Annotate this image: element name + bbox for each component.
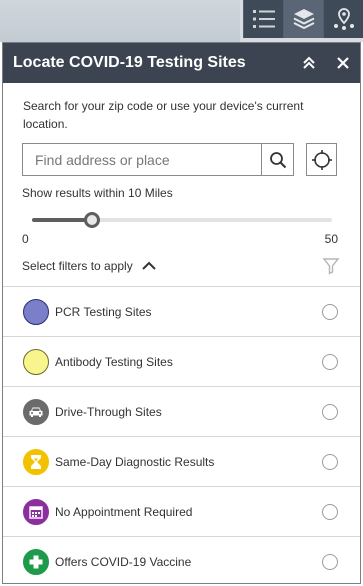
collapse-button[interactable] <box>292 43 326 83</box>
color-swatch-icon <box>23 298 49 325</box>
map-background <box>0 0 363 42</box>
search-icon <box>269 151 286 168</box>
near-me-button[interactable] <box>323 0 363 38</box>
intro-text: Search for your zip code or use your dev… <box>23 99 304 131</box>
filter-funnel-icon[interactable] <box>322 257 340 275</box>
slider-min-label: 0 <box>22 232 29 246</box>
filter-item-label: Drive-Through Sites <box>55 404 162 419</box>
panel-header: Locate COVID-19 Testing Sites <box>3 43 360 83</box>
filter-item[interactable]: Offers COVID-19 Vaccine <box>3 537 360 583</box>
search-button[interactable] <box>261 143 294 176</box>
search-input[interactable] <box>35 151 261 168</box>
calendar-icon <box>23 498 49 525</box>
list-icon <box>252 10 275 28</box>
radius-slider[interactable] <box>32 212 332 228</box>
filter-radio[interactable] <box>322 553 338 570</box>
map-toolbar <box>243 0 363 38</box>
filter-radio[interactable] <box>322 403 338 420</box>
filter-item[interactable]: No Appointment Required <box>3 487 360 537</box>
filter-item-label: Offers COVID-19 Vaccine <box>55 554 192 569</box>
radius-label: Show results within 10 Miles <box>22 186 173 200</box>
search-row <box>22 143 360 176</box>
slider-range-labels: 0 50 <box>22 232 338 246</box>
slider-fill <box>32 218 92 222</box>
close-button[interactable] <box>326 43 360 83</box>
filter-item[interactable]: Antibody Testing Sites <box>3 337 360 387</box>
filter-item[interactable]: Drive-Through Sites <box>3 387 360 437</box>
plus-cross-icon <box>23 548 49 575</box>
filter-item[interactable]: Same-Day Diagnostic Results <box>3 437 360 487</box>
filter-radio[interactable] <box>322 303 338 320</box>
slider-thumb[interactable] <box>84 212 100 228</box>
search-field-wrapper <box>22 143 261 176</box>
filter-list: PCR Testing Sites Antibody Testing Sites D… <box>3 286 360 583</box>
chevron-up-icon <box>141 261 157 271</box>
map-tile <box>0 0 240 42</box>
filter-item-label: Antibody Testing Sites <box>55 354 173 369</box>
filter-item-label: Same-Day Diagnostic Results <box>55 454 215 469</box>
close-icon <box>337 57 349 69</box>
color-swatch-icon <box>23 348 49 375</box>
panel-title: Locate COVID-19 Testing Sites <box>13 54 246 71</box>
hourglass-icon <box>23 448 49 475</box>
use-my-location-button[interactable] <box>306 143 337 176</box>
filter-item-label: PCR Testing Sites <box>55 304 152 319</box>
filter-radio[interactable] <box>322 353 338 370</box>
filter-radio[interactable] <box>322 453 338 470</box>
filter-item-label: No Appointment Required <box>55 504 193 519</box>
filter-radio[interactable] <box>322 503 338 520</box>
locator-panel: Locate COVID-19 Testing Sites Search for… <box>2 42 361 584</box>
layers-icon <box>293 9 314 30</box>
filters-label: Select filters to apply <box>22 259 133 273</box>
crosshair-icon <box>311 149 332 170</box>
slider-max-label: 50 <box>324 232 338 246</box>
filter-item[interactable]: PCR Testing Sites <box>3 287 360 337</box>
layers-button[interactable] <box>283 0 323 38</box>
double-chevron-up-icon <box>303 56 315 69</box>
filters-toggle[interactable]: Select filters to apply <box>22 256 340 276</box>
car-icon <box>23 398 49 425</box>
map-pin-icon <box>333 8 354 30</box>
legend-list-button[interactable] <box>243 0 283 38</box>
